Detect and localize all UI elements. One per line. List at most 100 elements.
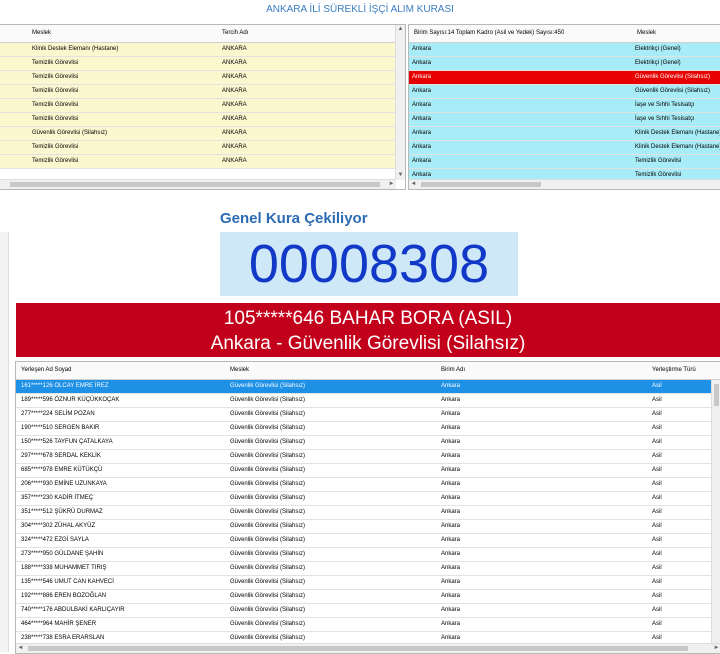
table-cell: Güvenlik Görevlisi (Silahsız) xyxy=(230,579,306,585)
table-row[interactable]: 297*****678 SERDAL KEKLİK Güvenlik Görevl… xyxy=(16,450,720,464)
table-cell: Ankara xyxy=(412,144,432,150)
table-row[interactable]: 150*****526 TAYFUN ÇATALKAYA Güvenlik Gör… xyxy=(16,436,720,450)
table-row[interactable]: Ankara Klinik Destek Elemanı (Hastane) xyxy=(409,127,720,141)
scroll-down-arrow-icon[interactable]: ▼ xyxy=(396,171,405,180)
column-header-birim-adi[interactable]: Birim Adı xyxy=(441,362,465,379)
table-row[interactable]: 192*****886 EREN BOZOĞLAN Güvenlik Görevl… xyxy=(16,590,720,604)
scroll-right-arrow-icon[interactable]: ► xyxy=(387,180,396,189)
table-cell: Güvenlik Görevlisi (Silahsız) xyxy=(230,565,306,571)
table-cell: ANKARA xyxy=(222,60,247,66)
results-grid[interactable]: Yerleşen Ad Soyad Meslek Birim Adı Yerle… xyxy=(15,361,720,654)
column-header-birim[interactable]: Birim Sayısı:14 Toplam Kadro (Asil ve Ye… xyxy=(414,25,564,42)
scroll-thumb[interactable] xyxy=(28,646,688,651)
table-row[interactable]: 161*****126 OLCAY EMRE İREZ Güvenlik Göre… xyxy=(16,380,720,394)
table-cell: Ankara xyxy=(412,102,432,108)
table-row[interactable]: 357*****230 KADİR İTMEÇ Güvenlik Görevlis… xyxy=(16,492,720,506)
table-cell: Klinik Destek Elemanı (Hastane) xyxy=(635,130,720,136)
table-cell: 206*****930 EMİNE UZUNKAYA xyxy=(21,481,107,487)
vertical-scrollbar[interactable] xyxy=(711,380,720,644)
table-cell: Asil xyxy=(652,425,662,431)
table-cell: Elektrikçi (Genel) xyxy=(635,46,681,52)
table-cell: Ankara xyxy=(441,453,461,459)
table-cell: Asil xyxy=(652,621,662,627)
table-row[interactable]: Temizlik Görevlisi ANKARA xyxy=(0,85,405,99)
table-cell: Asil xyxy=(652,565,662,571)
table-cell: Güvenlik Görevlisi (Silahsız) xyxy=(230,467,306,473)
table-row[interactable]: Temizlik Görevlisi ANKARA xyxy=(0,155,405,169)
table-cell: Ankara xyxy=(441,621,461,627)
horizontal-scrollbar[interactable]: ◄ xyxy=(409,179,720,189)
window-title: ANKARA İLİ SÜREKLİ İŞÇİ ALIM KURASI xyxy=(266,4,454,15)
scroll-up-arrow-icon[interactable]: ▲ xyxy=(396,25,405,34)
table-row[interactable]: Ankara İaşe ve Sıhhi Tesisatçı xyxy=(409,113,720,127)
table-row[interactable]: 351*****512 ŞÜKRÜ DURMAZ Güvenlik Görevli… xyxy=(16,506,720,520)
table-row[interactable]: Ankara Elektrikçi (Genel) xyxy=(409,43,720,57)
table-row[interactable]: Temizlik Görevlisi ANKARA xyxy=(0,57,405,71)
table-cell: 190*****510 SERGEN BAKIR xyxy=(21,425,100,431)
table-cell: 192*****886 EREN BOZOĞLAN xyxy=(21,593,107,599)
table-row[interactable]: 685*****978 EMRE KÜTÜKÇÜ Güvenlik Görevli… xyxy=(16,464,720,478)
column-header-ad-soyad[interactable]: Yerleşen Ad Soyad xyxy=(21,362,71,379)
scroll-thumb[interactable] xyxy=(421,182,541,187)
table-row[interactable]: Güvenlik Görevlisi (Silahsız) ANKARA xyxy=(0,127,405,141)
table-cell: Ankara xyxy=(441,411,461,417)
scroll-thumb[interactable] xyxy=(714,384,719,406)
table-cell: Klinik Destek Elemanı (Hastane) xyxy=(635,144,720,150)
table-row[interactable]: Temizlik Görevlisi ANKARA xyxy=(0,113,405,127)
table-row[interactable]: 190*****510 SERGEN BAKIR Güvenlik Görevli… xyxy=(16,422,720,436)
grid-header: Yerleşen Ad Soyad Meslek Birim Adı Yerle… xyxy=(16,362,720,380)
table-cell: Temizlik Görevlisi xyxy=(32,158,79,164)
column-header-meslek[interactable]: Meslek xyxy=(230,362,249,379)
scroll-left-arrow-icon[interactable]: ◄ xyxy=(409,180,418,189)
table-cell: Temizlik Görevlisi xyxy=(32,144,79,150)
table-cell: 324*****472 EZGİ SAYLA xyxy=(21,537,89,543)
table-row[interactable]: Ankara Klinik Destek Elemanı (Hastane) xyxy=(409,141,720,155)
table-row[interactable]: 304*****302 ZÜHAL AKYÜZ Güvenlik Görevlis… xyxy=(16,520,720,534)
unit-grid[interactable]: Birim Sayısı:14 Toplam Kadro (Asil ve Ye… xyxy=(408,24,720,190)
table-row[interactable]: 206*****930 EMİNE UZUNKAYA Güvenlik Görev… xyxy=(16,478,720,492)
table-row[interactable]: Temizlik Görevlisi ANKARA xyxy=(0,99,405,113)
preference-grid[interactable]: Meslek Tercih Adı Klinik Destek Elemanı … xyxy=(0,24,406,190)
table-row[interactable]: Temizlik Görevlisi ANKARA xyxy=(0,71,405,85)
table-cell: 297*****678 SERDAL KEKLİK xyxy=(21,453,101,459)
vertical-scrollbar[interactable]: ▲ ▼ xyxy=(395,25,405,180)
table-cell: Güvenlik Görevlisi (Silahsız) xyxy=(230,411,306,417)
left-edge-scrollbar[interactable] xyxy=(0,232,9,652)
table-row[interactable]: 189*****596 ÖZNUR KÜÇÜKKOÇAK Güvenlik Gör… xyxy=(16,394,720,408)
table-cell: Asil xyxy=(652,397,662,403)
horizontal-scrollbar[interactable]: ► xyxy=(0,179,396,189)
column-header-yerlestirme-turu[interactable]: Yerleştirme Türü xyxy=(652,362,696,379)
table-row[interactable]: 188*****338 MUHAMMET TIRIŞ Güvenlik Görev… xyxy=(16,562,720,576)
table-row[interactable]: 324*****472 EZGİ SAYLA Güvenlik Görevlisi… xyxy=(16,534,720,548)
table-row[interactable]: Ankara Güvenlik Görevlisi (Silahsız) xyxy=(409,71,720,85)
table-row[interactable]: 277*****224 SELİM POZAN Güvenlik Görevlis… xyxy=(16,408,720,422)
table-cell: ANKARA xyxy=(222,116,247,122)
table-cell: Güvenlik Görevlisi (Silahsız) xyxy=(230,551,306,557)
table-cell: Asil xyxy=(652,439,662,445)
table-row[interactable]: Ankara Elektrikçi (Genel) xyxy=(409,57,720,71)
table-cell: Temizlik Görevlisi xyxy=(32,116,79,122)
table-cell: Güvenlik Görevlisi (Silahsız) xyxy=(230,621,306,627)
column-header-meslek[interactable]: Meslek xyxy=(637,25,656,42)
table-row[interactable]: Ankara Temizlik Görevlisi xyxy=(409,155,720,169)
table-cell: Güvenlik Görevlisi (Silahsız) xyxy=(635,88,711,94)
column-header-meslek[interactable]: Meslek xyxy=(32,25,51,42)
table-cell: Ankara xyxy=(412,130,432,136)
scroll-thumb[interactable] xyxy=(10,182,380,187)
table-row[interactable]: Klinik Destek Elemanı (Hastane) ANKARA xyxy=(0,43,405,57)
table-row[interactable]: Ankara İaşe ve Sıhhi Tesisatçı xyxy=(409,99,720,113)
table-row[interactable]: 740*****176 ABDULBAKİ KARLIÇAYIR Güvenlik… xyxy=(16,604,720,618)
table-cell: 464*****964 MAHİR ŞENER xyxy=(21,621,97,627)
table-cell: Asil xyxy=(652,495,662,501)
table-row[interactable]: 464*****964 MAHİR ŞENER Güvenlik Görevlis… xyxy=(16,618,720,632)
table-cell: Ankara xyxy=(441,523,461,529)
table-cell: Asil xyxy=(652,383,662,389)
table-cell: 277*****224 SELİM POZAN xyxy=(21,411,95,417)
column-header-tercih-adi[interactable]: Tercih Adı xyxy=(222,25,248,42)
table-cell: Güvenlik Görevlisi (Silahsız) xyxy=(230,481,306,487)
table-row[interactable]: 273*****950 GÜLDANE ŞAHİN Güvenlik Görevl… xyxy=(16,548,720,562)
table-cell: Asil xyxy=(652,593,662,599)
table-row[interactable]: 135*****546 UMUT CAN KAHVECİ Güvenlik Gör… xyxy=(16,576,720,590)
table-row[interactable]: Ankara Güvenlik Görevlisi (Silahsız) xyxy=(409,85,720,99)
table-row[interactable]: Temizlik Görevlisi ANKARA xyxy=(0,141,405,155)
